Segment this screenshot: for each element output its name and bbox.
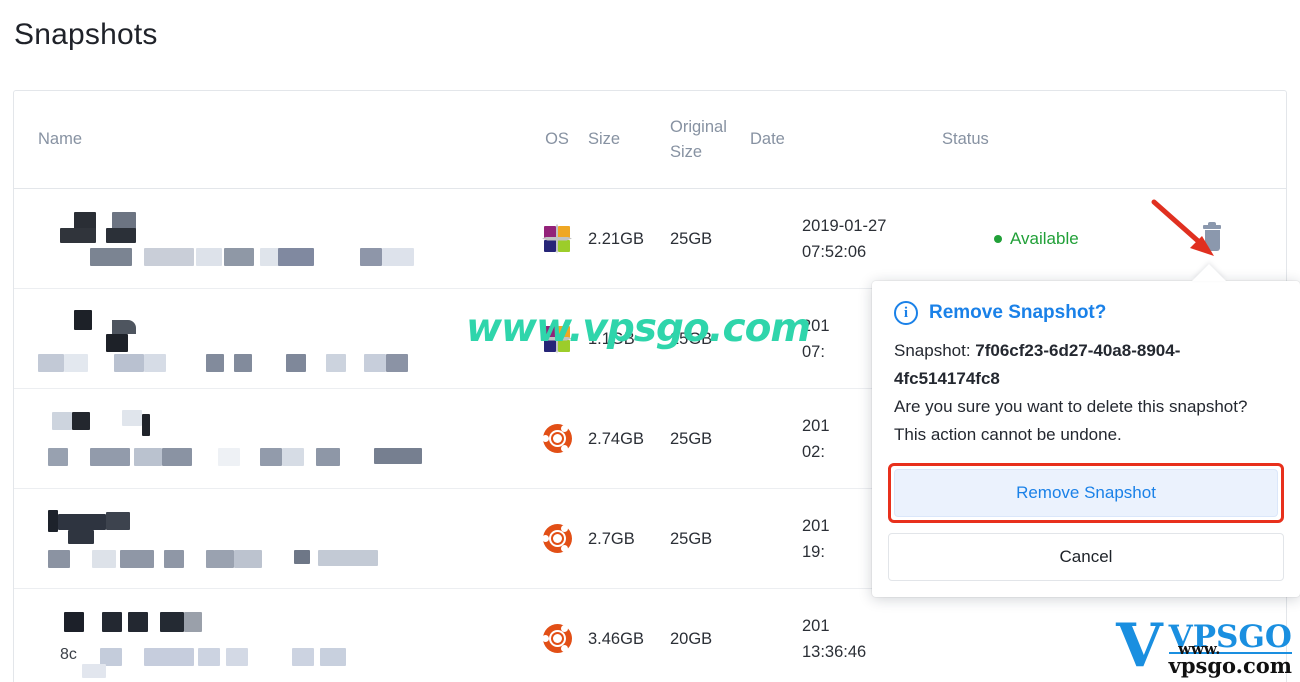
os-cell [526, 624, 588, 653]
ubuntu-icon [541, 424, 572, 453]
column-header-os: OS [545, 130, 569, 148]
dialog-actions: Remove Snapshot Cancel [872, 463, 1300, 597]
snapshot-original-size: 25GB [670, 529, 713, 548]
remove-snapshot-dialog: i Remove Snapshot? Snapshot: 7f06cf23-6d… [872, 281, 1300, 597]
snapshot-size: 2.21GB [588, 229, 644, 248]
snapshot-name-redacted: 8c [14, 608, 526, 678]
status-cell: Available [994, 229, 1162, 249]
column-header-name: Name [38, 130, 83, 148]
snapshot-original-size: 25GB [670, 429, 713, 448]
column-header-status: Status [942, 130, 989, 148]
status-dot-icon [994, 234, 1002, 243]
column-header-size: Size [588, 130, 621, 148]
os-cell [526, 424, 588, 453]
snapshot-date: 2019-01-27 07:52:06 [802, 216, 887, 261]
dialog-snapshot-label: Snapshot: [894, 341, 976, 360]
row-actions[interactable] [1162, 222, 1262, 252]
snapshot-original-size: 25GB [670, 229, 713, 248]
dialog-title: Remove Snapshot? [929, 302, 1107, 323]
snapshot-size: 1.1GB [588, 329, 635, 348]
snapshot-name-redacted [14, 308, 526, 372]
ubuntu-icon [541, 524, 572, 553]
snapshot-name-redacted [14, 208, 526, 270]
cancel-button[interactable]: Cancel [888, 533, 1284, 581]
column-header-original-size-line2: Size [670, 142, 703, 161]
snapshot-size: 2.74GB [588, 429, 644, 448]
column-header-original-size: Original Size [670, 115, 750, 165]
column-header-original-size-line1: Original [670, 117, 727, 136]
os-cell [526, 524, 588, 553]
dialog-snapshot-line: Snapshot: 7f06cf23-6d27-40a8-8904-4fc514… [894, 337, 1278, 393]
centos-icon [542, 324, 572, 354]
os-cell [526, 324, 588, 354]
dialog-body: Snapshot: 7f06cf23-6d27-40a8-8904-4fc514… [872, 331, 1300, 463]
snapshot-name-redacted [14, 508, 526, 570]
centos-icon [542, 224, 572, 254]
snapshot-size: 3.46GB [588, 629, 644, 648]
ubuntu-icon [541, 624, 572, 653]
remove-snapshot-button[interactable]: Remove Snapshot [894, 469, 1278, 517]
snapshot-original-size: 20GB [670, 629, 713, 648]
status-badge: Available [994, 229, 1162, 249]
snapshot-size: 2.7GB [588, 529, 635, 548]
dialog-header: i Remove Snapshot? [872, 281, 1300, 331]
info-circle-icon: i [894, 301, 918, 325]
os-cell [526, 224, 588, 254]
table-header-row: Name OS Size Original Size Date Status [14, 91, 1286, 189]
popup-caret-icon [1192, 264, 1226, 281]
dialog-confirm-text: Are you sure you want to delete this sna… [894, 397, 1248, 444]
table-row[interactable]: 8c 3.46GB 20GB 201 13:36:46 [14, 589, 1286, 682]
snapshot-name-redacted [14, 408, 526, 470]
snapshot-name-fragment: 8c [60, 645, 77, 663]
snapshot-date: 201 13:36:46 [802, 616, 867, 661]
table-row[interactable]: 2.21GB 25GB 2019-01-27 07:52:06 Availabl… [14, 189, 1286, 289]
status-label: Available [1010, 228, 1079, 248]
page-title: Snapshots [14, 18, 158, 51]
column-header-date: Date [750, 130, 785, 148]
snapshots-page: Snapshots Name OS Size Original Size Dat… [0, 0, 1300, 682]
primary-button-highlight: Remove Snapshot [888, 463, 1284, 523]
trash-icon[interactable] [1201, 222, 1223, 252]
snapshot-original-size: 25GB [670, 329, 713, 348]
